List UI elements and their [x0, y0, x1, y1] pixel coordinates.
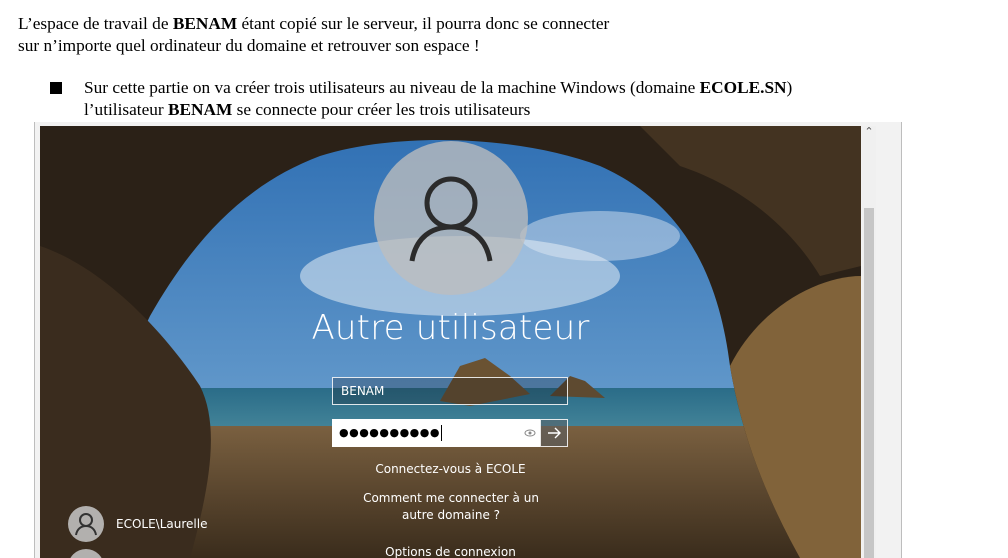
bullet-item: Sur cette partie on va créer trois utili… [84, 77, 792, 121]
signin-options-link[interactable]: Options de connexion [40, 545, 861, 558]
windows-lock-screen: Autre utilisateur BENAM ●●●●●●●●●● Conne… [40, 126, 861, 558]
user-tile-label: ECOLE\Laurelle [116, 517, 208, 531]
eye-reveal-icon[interactable] [524, 426, 536, 438]
paragraph-line-2: sur n’importe quel ordinateur du domaine… [18, 36, 480, 55]
scrollbar-thumb[interactable] [864, 208, 874, 558]
document-paragraph: L’espace de travail de BENAM étant copié… [18, 13, 609, 57]
text-caret [440, 425, 442, 441]
connect-domain-text: Connectez-vous à ECOLE [375, 462, 526, 476]
arrow-right-icon [548, 427, 561, 439]
scroll-up-icon[interactable]: ⌃ [862, 124, 876, 140]
user-tile-laurelle[interactable]: ECOLE\Laurelle [68, 505, 207, 543]
user-avatar-icon [68, 506, 104, 542]
paragraph-line-1: L’espace de travail de BENAM étant copié… [18, 14, 610, 33]
bullet-square-icon [50, 82, 62, 94]
other-domain-link[interactable]: Comment me connecter à un autre domaine … [350, 490, 552, 524]
login-title: Autre utilisateur [311, 308, 590, 348]
bullet-line-1: Sur cette partie on va créer trois utili… [84, 78, 793, 97]
user-avatar-icon [374, 141, 528, 295]
submit-arrow-button[interactable] [540, 419, 568, 447]
bullet-line-2: l’utilisateur BENAM se connecte pour cré… [84, 100, 531, 119]
username-field[interactable]: BENAM [332, 377, 568, 405]
password-field[interactable]: ●●●●●●●●●● [332, 419, 540, 447]
password-mask: ●●●●●●●●●● [339, 426, 440, 439]
